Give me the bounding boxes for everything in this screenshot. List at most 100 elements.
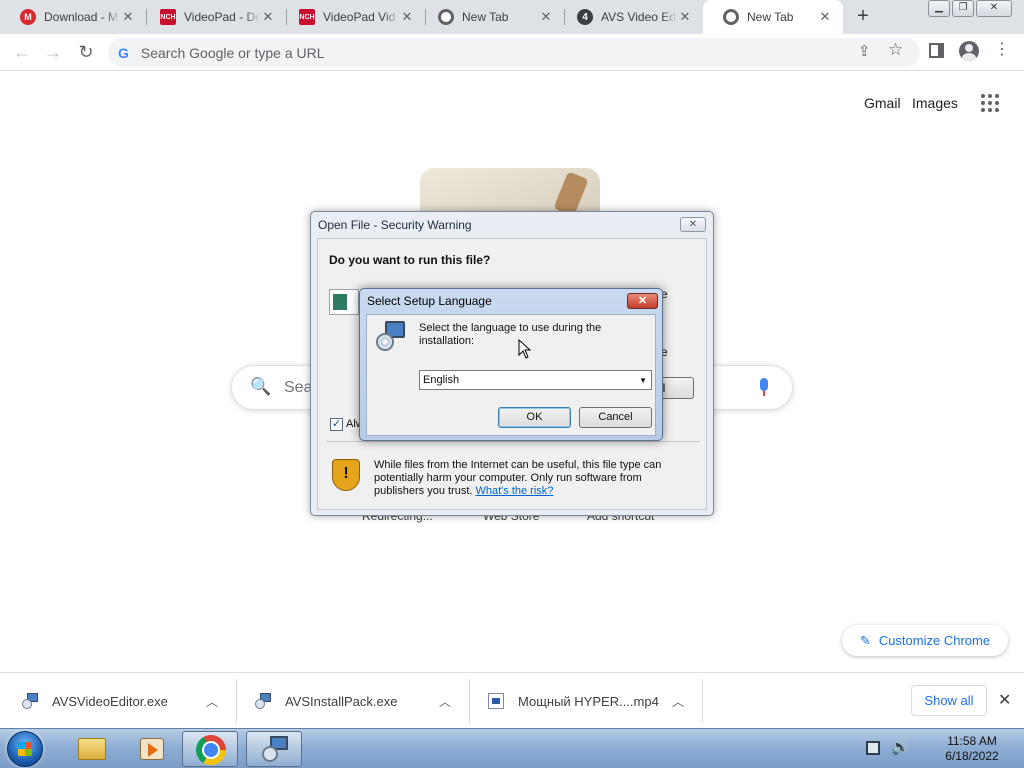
download-filename: AVSVideoEditor.exe bbox=[52, 693, 168, 709]
ok-button[interactable]: OK bbox=[498, 407, 571, 428]
tab-title: VideoPad - Do bbox=[184, 10, 260, 24]
media-player-icon bbox=[140, 738, 164, 760]
tab-title: New Tab bbox=[462, 10, 509, 24]
chrome-icon bbox=[723, 9, 739, 25]
file-icon bbox=[329, 289, 359, 315]
side-panel-icon[interactable] bbox=[929, 43, 944, 58]
reload-button[interactable]: ↻ bbox=[74, 41, 98, 65]
tab-download-mega[interactable]: M Download - M ✕ bbox=[0, 0, 146, 34]
chevron-up-icon[interactable]: ︿ bbox=[439, 693, 451, 710]
close-tab-icon[interactable]: ✕ bbox=[120, 9, 136, 25]
clock-time: 11:58 AM bbox=[947, 734, 997, 748]
download-item[interactable]: AVSVideoEditor.exe ︿ bbox=[22, 681, 232, 721]
tab-avs-video-editor[interactable]: 4 AVS Video Ed ✕ bbox=[557, 0, 703, 34]
download-item[interactable]: Мощный HYPER....mp4 ︿ bbox=[488, 681, 698, 721]
search-placeholder: Sea bbox=[284, 379, 313, 396]
nch-icon: NCH bbox=[160, 9, 176, 25]
network-icon[interactable] bbox=[866, 741, 880, 755]
download-filename: Мощный HYPER....mp4 bbox=[518, 693, 659, 709]
video-file-icon bbox=[488, 693, 504, 709]
close-shelf-icon[interactable]: ✕ bbox=[998, 690, 1011, 710]
google-apps-icon[interactable] bbox=[981, 94, 999, 112]
screen: M Download - M ✕ NCH VideoPad - Do ✕ NCH… bbox=[0, 0, 1024, 768]
close-dialog-button[interactable]: ✕ bbox=[680, 217, 706, 232]
gmail-link[interactable]: Gmail bbox=[864, 95, 901, 111]
address-placeholder: Search Google or type a URL bbox=[140, 44, 325, 61]
warning-message: While files from the Internet can be use… bbox=[374, 459, 692, 498]
dialog-title: Select Setup Language bbox=[367, 294, 492, 308]
address-bar[interactable]: G Search Google or type a URL bbox=[108, 38, 920, 67]
tab-title: New Tab bbox=[747, 10, 794, 24]
pencil-icon: ✎ bbox=[859, 632, 871, 648]
always-ask-checkbox[interactable]: ✓ bbox=[330, 418, 343, 431]
warning-shield-icon: ! bbox=[332, 459, 360, 491]
close-tab-icon[interactable]: ✕ bbox=[817, 9, 833, 25]
close-dialog-button[interactable]: ✕ bbox=[627, 293, 658, 309]
tab-videopad-download[interactable]: NCH VideoPad - Do ✕ bbox=[140, 0, 286, 34]
share-icon[interactable]: ⇪ bbox=[858, 42, 871, 60]
dialog-heading: Do you want to run this file? bbox=[329, 253, 491, 267]
mouse-cursor-icon bbox=[518, 339, 532, 359]
bookmark-star-icon[interactable]: ☆ bbox=[888, 40, 903, 60]
search-icon: 🔍 bbox=[250, 377, 272, 396]
installer-icon bbox=[374, 321, 406, 353]
download-filename: AVSInstallPack.exe bbox=[285, 693, 398, 709]
show-all-button[interactable]: Show all bbox=[911, 685, 987, 716]
chevron-up-icon[interactable]: ︿ bbox=[672, 693, 684, 710]
whats-the-risk-link[interactable]: What's the risk? bbox=[476, 485, 554, 497]
dialog-body: Select the language to use during the in… bbox=[366, 314, 656, 436]
folder-icon bbox=[78, 738, 106, 760]
download-item[interactable]: AVSInstallPack.exe ︿ bbox=[255, 681, 465, 721]
close-window-button[interactable]: ✕ bbox=[976, 0, 1012, 17]
tab-title: Download - M bbox=[44, 10, 119, 24]
taskbar-setup[interactable] bbox=[246, 731, 302, 767]
restore-button[interactable]: ❐ bbox=[952, 0, 974, 17]
new-tab-button[interactable]: + bbox=[852, 6, 874, 28]
avs-icon: 4 bbox=[577, 9, 593, 25]
system-clock[interactable]: 11:58 AM 6/18/2022 bbox=[930, 734, 1014, 764]
volume-icon[interactable]: 🔊 bbox=[891, 738, 910, 756]
browser-toolbar: ← → ↻ G Search Google or type a URL ⇪ ☆ … bbox=[0, 34, 1024, 71]
download-shelf: AVSVideoEditor.exe ︿ AVSInstallPack.exe … bbox=[0, 672, 1024, 728]
forward-button[interactable]: → bbox=[41, 41, 65, 65]
dropdown-arrow-icon: ▼ bbox=[639, 376, 647, 385]
setup-language-dialog: Select Setup Language ✕ Select the langu… bbox=[359, 288, 663, 441]
voice-search-icon[interactable] bbox=[760, 378, 768, 396]
tab-new-tab-active[interactable]: New Tab ✕ bbox=[703, 0, 843, 34]
start-button[interactable] bbox=[7, 731, 43, 767]
close-tab-icon[interactable]: ✕ bbox=[677, 9, 693, 25]
images-link[interactable]: Images bbox=[912, 95, 958, 111]
nch-icon: NCH bbox=[299, 9, 315, 25]
taskbar-chrome[interactable] bbox=[182, 731, 238, 767]
chrome-icon bbox=[196, 735, 226, 765]
divider bbox=[236, 679, 237, 723]
minimize-button[interactable]: ▁ bbox=[928, 0, 950, 17]
installer-icon bbox=[255, 693, 271, 709]
cancel-button[interactable]: Cancel bbox=[579, 407, 652, 428]
chevron-up-icon[interactable]: ︿ bbox=[206, 693, 218, 710]
divider bbox=[702, 679, 703, 723]
google-doodle[interactable] bbox=[420, 168, 600, 216]
chrome-icon bbox=[438, 9, 454, 25]
language-dropdown[interactable]: English ▼ bbox=[419, 370, 652, 390]
google-icon: G bbox=[118, 44, 129, 61]
dialog-title: Open File - Security Warning bbox=[318, 218, 472, 232]
selected-language: English bbox=[423, 374, 460, 386]
installer-icon bbox=[261, 736, 289, 764]
close-tab-icon[interactable]: ✕ bbox=[399, 9, 415, 25]
tab-title: AVS Video Ed bbox=[601, 10, 676, 24]
tab-new-tab-1[interactable]: New Tab ✕ bbox=[418, 0, 564, 34]
close-tab-icon[interactable]: ✕ bbox=[538, 9, 554, 25]
profile-avatar-icon[interactable] bbox=[959, 41, 979, 61]
more-menu-icon[interactable]: ⋮ bbox=[994, 41, 1010, 59]
close-tab-icon[interactable]: ✕ bbox=[260, 9, 276, 25]
installer-icon bbox=[22, 693, 38, 709]
back-button[interactable]: ← bbox=[10, 41, 34, 65]
divider bbox=[469, 679, 470, 723]
customize-chrome-button[interactable]: ✎ Customize Chrome bbox=[842, 625, 1008, 656]
taskbar-explorer[interactable] bbox=[62, 731, 118, 767]
tab-videopad-video[interactable]: NCH VideoPad Vid ✕ bbox=[279, 0, 425, 34]
divider bbox=[326, 441, 700, 442]
taskbar-media-player[interactable] bbox=[122, 731, 178, 767]
window-controls: ▁ ❐ ✕ bbox=[928, 0, 1014, 17]
